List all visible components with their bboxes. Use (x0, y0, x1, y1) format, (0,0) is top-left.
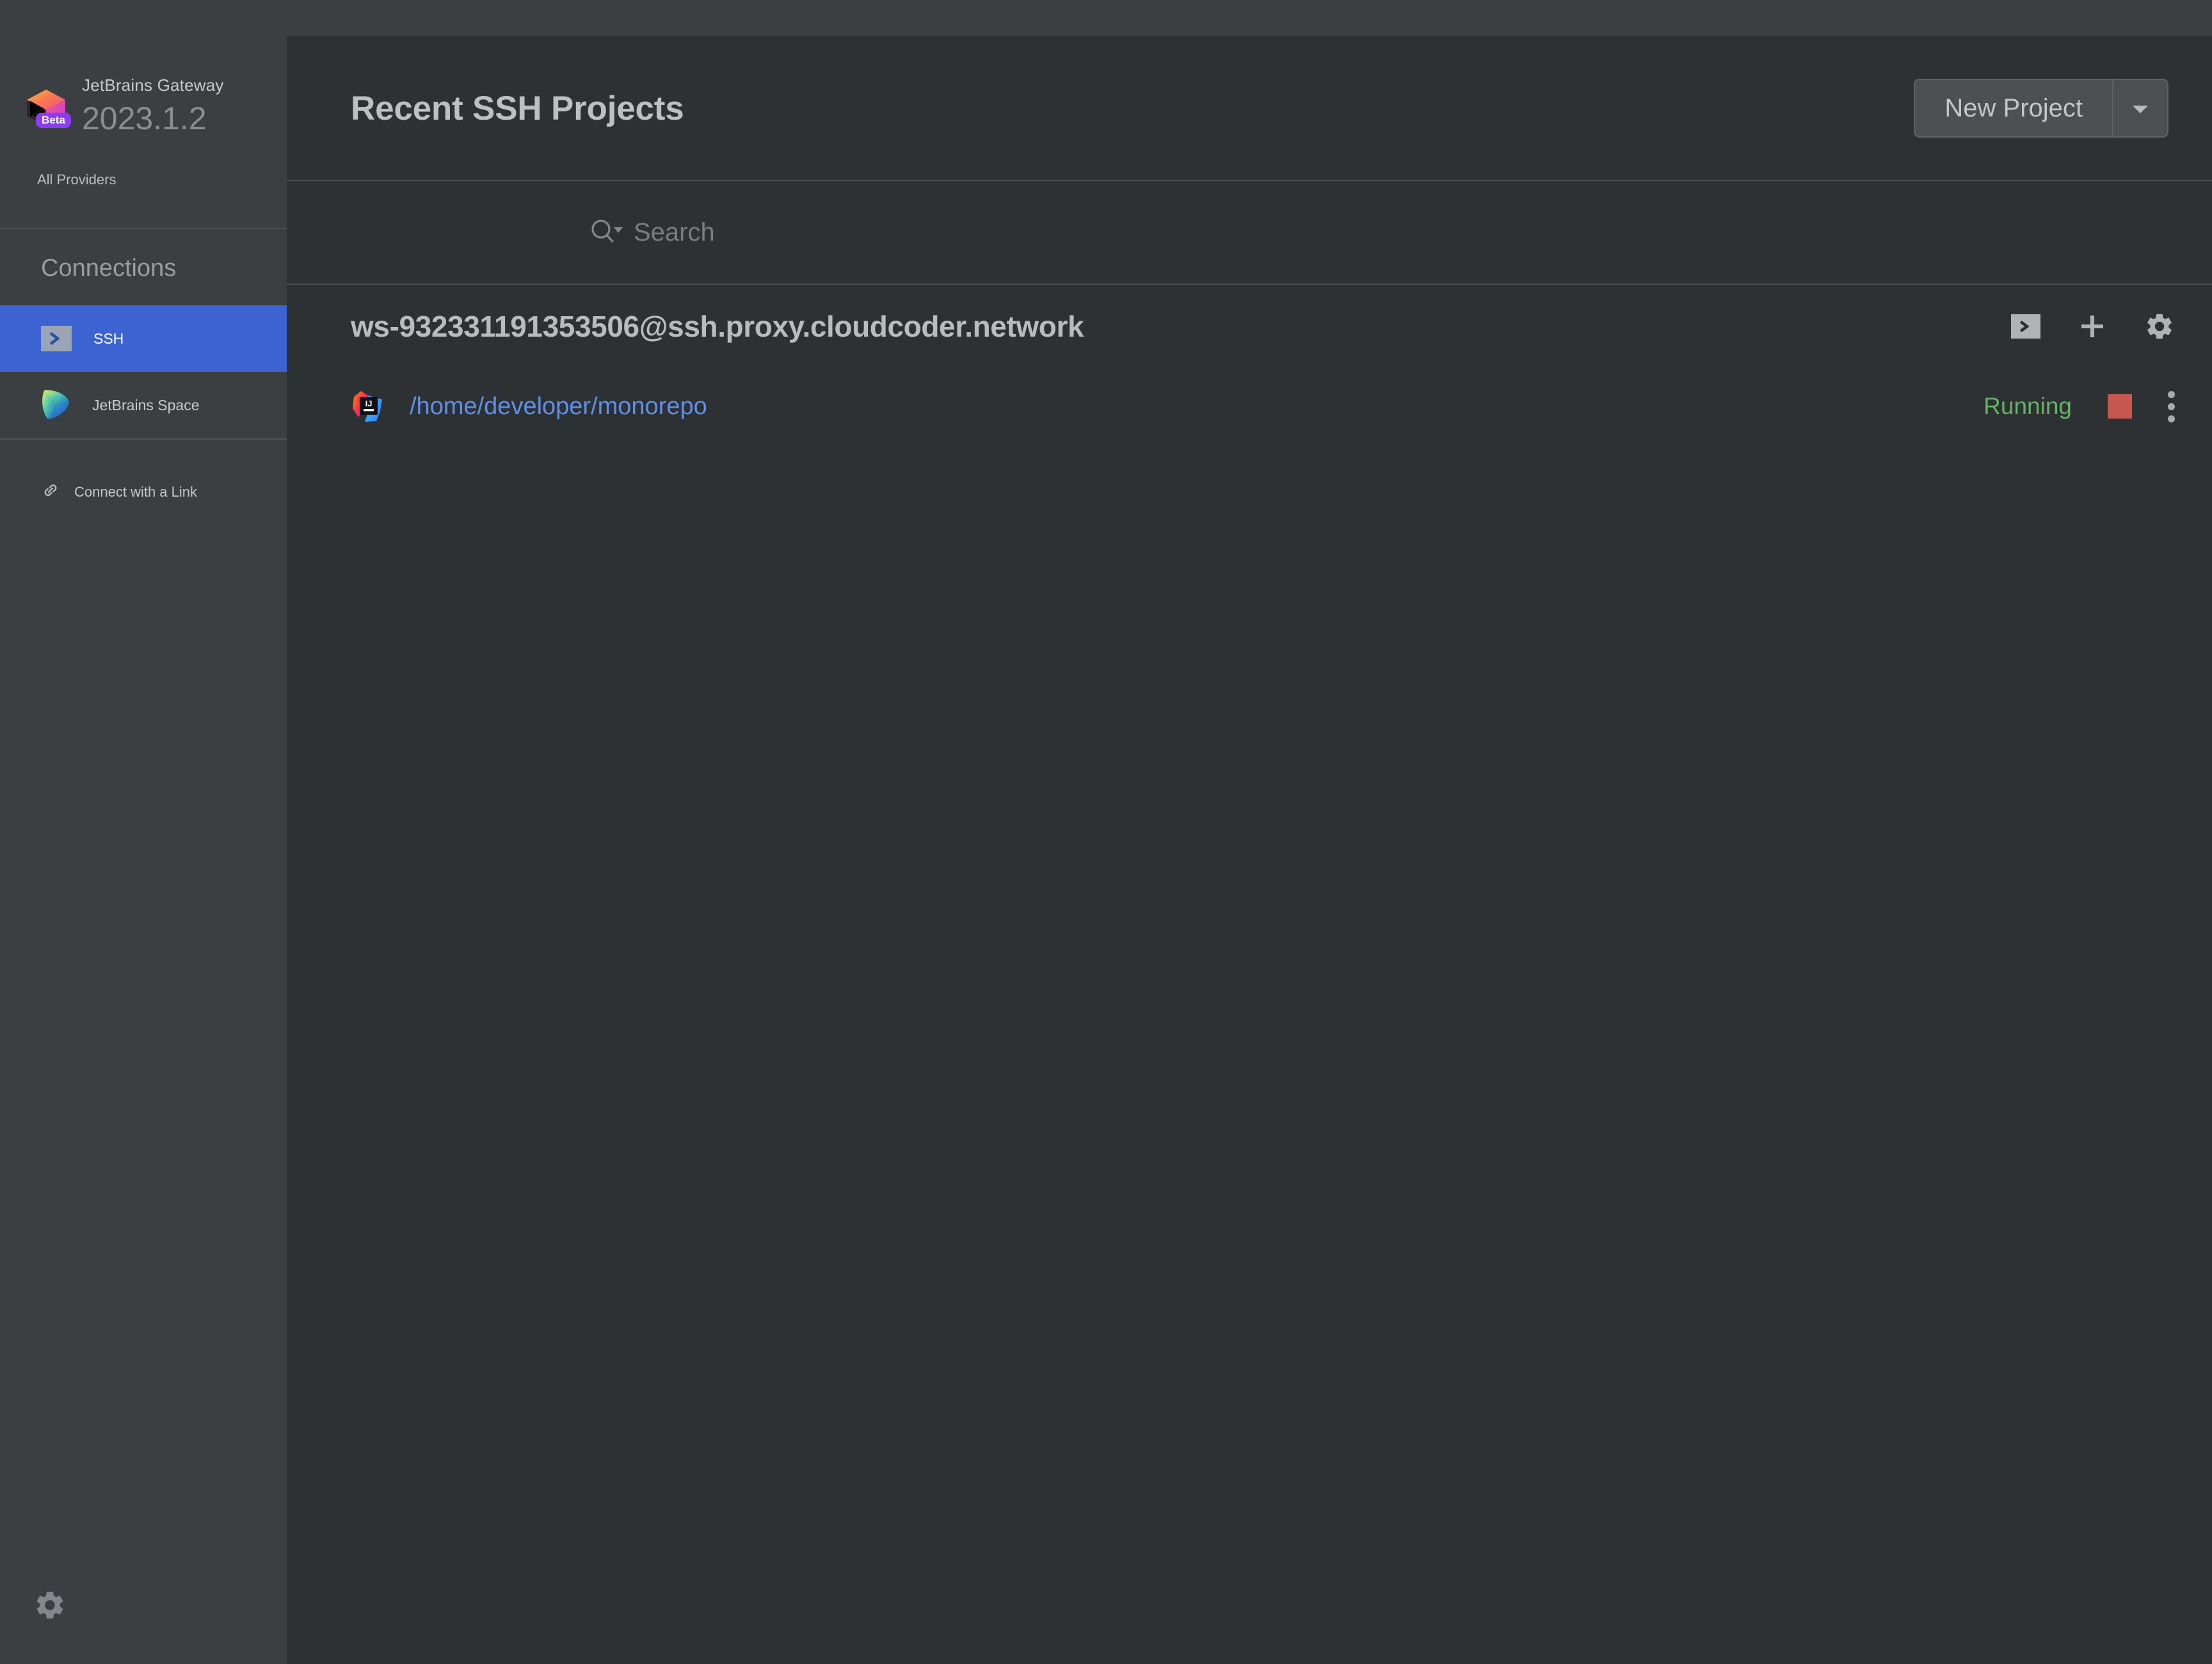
sidebar-item-ssh[interactable]: SSH (0, 305, 287, 372)
terminal-icon (2011, 314, 2040, 339)
project-more-button[interactable] (2168, 391, 2175, 422)
gear-icon (2144, 311, 2175, 342)
ssh-terminal-icon (41, 326, 72, 351)
connection-host-row[interactable]: ws-932331191353506@ssh.proxy.cloudcoder.… (287, 285, 2212, 368)
search-input[interactable] (634, 218, 1530, 247)
project-path-link[interactable]: /home/developer/monorepo (410, 393, 707, 420)
app-name: JetBrains Gateway (82, 76, 224, 95)
connections-section-title: Connections (0, 229, 287, 305)
new-project-dropdown-button[interactable] (2112, 79, 2168, 138)
window-title-strip (287, 0, 2212, 36)
chevron-down-icon (2129, 100, 2152, 116)
project-info: IJ /home/developer/monorepo (351, 389, 707, 424)
all-providers-link[interactable]: All Providers (0, 137, 287, 188)
connections-list: ws-932331191353506@ssh.proxy.cloudcoder.… (287, 285, 2212, 445)
new-project-button[interactable]: New Project (1914, 79, 2112, 138)
search-icon[interactable] (588, 217, 627, 248)
project-status-group: Running (1984, 391, 2175, 422)
more-vertical-icon (2168, 415, 2175, 422)
link-icon (41, 481, 60, 503)
brand-block: Beta JetBrains Gateway 2023.1.2 (0, 0, 287, 137)
app-version: 2023.1.2 (82, 100, 224, 137)
main-panel: Recent SSH Projects New Project (287, 0, 2212, 1664)
main-header: Recent SSH Projects New Project (287, 36, 2212, 180)
new-project-split-button[interactable]: New Project (1914, 79, 2168, 138)
project-row[interactable]: IJ /home/developer/monorepo Running (287, 368, 2212, 445)
jetbrains-space-icon (37, 387, 73, 423)
add-project-button[interactable] (2078, 312, 2107, 341)
connect-with-link-button[interactable]: Connect with a Link (0, 440, 287, 503)
connection-actions (2011, 311, 2175, 342)
sidebar: Beta JetBrains Gateway 2023.1.2 All Prov… (0, 0, 287, 1664)
gateway-window: Beta JetBrains Gateway 2023.1.2 All Prov… (0, 0, 2212, 1664)
sidebar-item-jetbrains-space[interactable]: JetBrains Space (0, 372, 287, 438)
plus-icon (2078, 312, 2107, 341)
intellij-idea-icon: IJ (351, 389, 385, 424)
more-vertical-icon (2168, 403, 2175, 410)
connect-with-link-label: Connect with a Link (74, 484, 197, 500)
open-terminal-button[interactable] (2011, 314, 2040, 339)
gear-icon (33, 1588, 67, 1622)
chevron-down-icon (614, 227, 623, 233)
sidebar-item-jetbrains-space-label: JetBrains Space (92, 397, 199, 414)
brand-text: JetBrains Gateway 2023.1.2 (82, 76, 224, 137)
search-bar[interactable] (287, 181, 2212, 284)
sidebar-item-ssh-label: SSH (93, 330, 124, 348)
jetbrains-gateway-logo-icon: Beta (23, 84, 68, 129)
more-vertical-icon (2168, 391, 2175, 398)
connection-settings-button[interactable] (2144, 311, 2175, 342)
beta-badge: Beta (36, 113, 71, 128)
svg-text:IJ: IJ (365, 399, 373, 408)
stop-square-icon[interactable] (2108, 394, 2132, 419)
page-title: Recent SSH Projects (351, 89, 684, 128)
status-badge: Running (1984, 393, 2072, 420)
settings-gear-button[interactable] (33, 1588, 67, 1622)
connection-host-name: ws-932331191353506@ssh.proxy.cloudcoder.… (351, 309, 1084, 344)
